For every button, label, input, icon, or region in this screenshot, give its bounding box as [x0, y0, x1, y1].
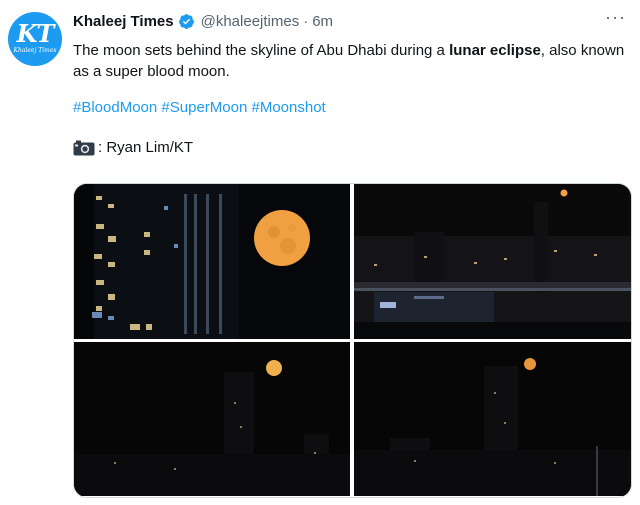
photo-3[interactable]	[74, 342, 350, 496]
photo-1[interactable]	[74, 184, 350, 339]
photo-credit: : Ryan Lim/KT	[73, 138, 628, 158]
avatar-logo-text: KT	[16, 19, 55, 48]
avatar-logo-subtext: Khaleej Times	[13, 47, 57, 54]
photo-credit-text: : Ryan Lim/KT	[98, 139, 194, 156]
photo-3-image	[74, 342, 350, 496]
hashtags: #BloodMoon #SuperMoon #Moonshot	[73, 98, 628, 118]
photo-2-image	[354, 184, 631, 339]
photo-grid	[73, 183, 632, 498]
verified-badge-icon	[178, 13, 194, 29]
photo-2[interactable]	[354, 184, 631, 339]
photo-4-image	[354, 342, 631, 496]
separator-dot: ·	[303, 12, 309, 30]
tweet-text-start: The moon sets behind the skyline of Abu …	[73, 42, 450, 59]
author-handle[interactable]: @khaleejtimes	[201, 13, 300, 30]
hashtag-supermoon[interactable]: #SuperMoon	[161, 99, 247, 116]
camera-icon	[73, 140, 95, 156]
tweet-header: Khaleej Times @khaleejtimes · 6m	[73, 10, 628, 32]
hashtag-bloodmoon[interactable]: #BloodMoon	[73, 99, 157, 116]
avatar[interactable]: KT Khaleej Times	[8, 12, 62, 66]
photo-4[interactable]	[354, 342, 631, 496]
author-name[interactable]: Khaleej Times	[73, 13, 174, 30]
tweet-timestamp[interactable]: 6m	[312, 13, 333, 30]
tweet-content: Khaleej Times @khaleejtimes · 6m The moo…	[73, 10, 628, 158]
tweet-text-bold: lunar eclipse	[449, 42, 541, 59]
photo-1-image	[74, 184, 350, 339]
tweet: KT Khaleej Times ··· Khaleej Times @khal…	[0, 0, 640, 505]
hashtag-moonshot[interactable]: #Moonshot	[251, 99, 325, 116]
tweet-text: The moon sets behind the skyline of Abu …	[73, 40, 628, 82]
